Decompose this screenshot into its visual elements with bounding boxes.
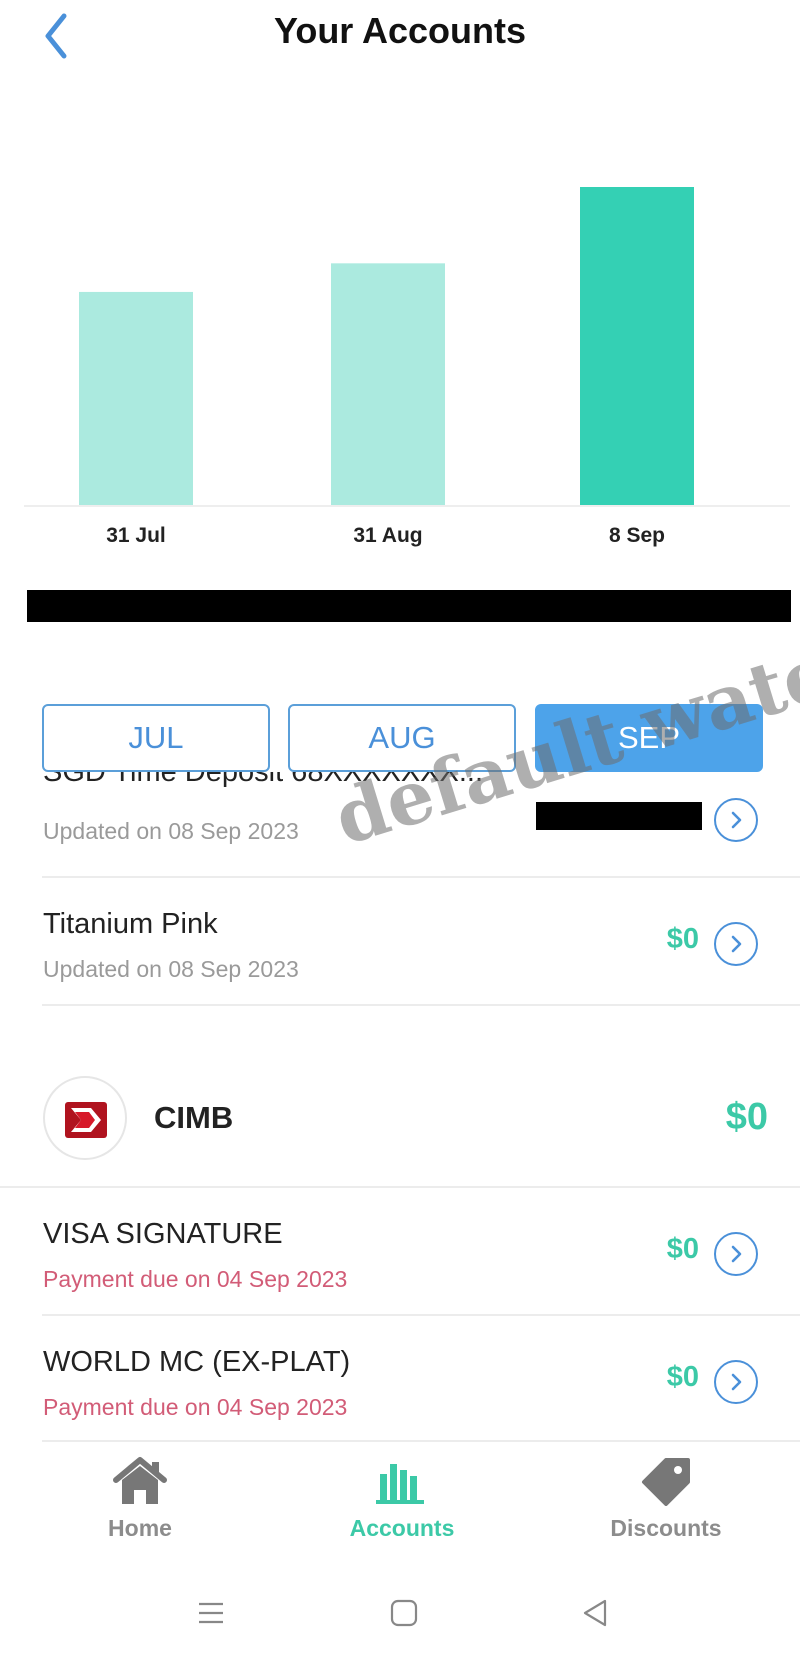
account-name: VISA SIGNATURE <box>43 1218 283 1250</box>
system-menu-button[interactable] <box>196 1598 226 1633</box>
system-home-button[interactable] <box>389 1598 419 1633</box>
chart-tick-label: 8 Sep <box>609 524 665 547</box>
chart-tick-label: 31 Jul <box>106 524 166 547</box>
nav-home-label: Home <box>108 1515 172 1541</box>
back-triangle-icon <box>583 1599 607 1627</box>
chevron-right-icon <box>731 811 742 829</box>
chart-tick-label: 31 Aug <box>353 524 422 547</box>
bank-total: $0 <box>725 1096 768 1138</box>
payment-due: Payment due on 04 Sep 2023 <box>43 1394 348 1420</box>
cimb-logo-icon <box>65 1102 107 1138</box>
chevron-right-icon <box>731 1373 742 1391</box>
nav-discounts-label: Discounts <box>610 1515 722 1541</box>
list-item[interactable]: Titanium Pink Updated on 08 Sep 2023 $0 <box>0 878 800 1002</box>
list-item[interactable]: VISA SIGNATURE Payment due on 04 Sep 202… <box>0 1188 800 1314</box>
open-account-button[interactable] <box>714 1360 758 1404</box>
redacted-bar <box>27 590 791 622</box>
account-name: Titanium Pink <box>43 908 218 940</box>
menu-icon <box>199 1602 223 1624</box>
open-account-button[interactable] <box>714 922 758 966</box>
system-back-button[interactable] <box>580 1598 610 1633</box>
chart-bar[interactable] <box>79 291 193 505</box>
nav-home[interactable]: Home <box>40 1456 240 1542</box>
open-account-button[interactable] <box>714 1232 758 1276</box>
tab-jul[interactable]: JUL <box>42 704 270 772</box>
nav-accounts-label: Accounts <box>349 1515 455 1541</box>
open-account-button[interactable] <box>714 798 758 842</box>
bank-header[interactable]: CIMB $0 <box>0 1070 800 1174</box>
chevron-right-icon <box>731 1245 742 1263</box>
account-updated: Updated on 08 Sep 2023 <box>43 956 299 982</box>
cimb-logo <box>43 1076 127 1160</box>
account-name: WORLD MC (EX-PLAT) <box>43 1346 351 1378</box>
chart-bar[interactable] <box>331 263 445 505</box>
chevron-right-icon <box>731 935 742 953</box>
nav-accounts[interactable]: Accounts <box>302 1456 502 1542</box>
page-title: Your Accounts <box>273 10 527 51</box>
account-value: $0 <box>666 1233 699 1265</box>
home-square-icon <box>390 1599 418 1627</box>
divider <box>42 1004 800 1006</box>
redacted-value <box>536 802 702 830</box>
list-item[interactable]: WORLD MC (EX-PLAT) Payment due on 04 Sep… <box>0 1316 800 1442</box>
account-updated: Updated on 08 Sep 2023 <box>43 818 299 844</box>
account-value: $0 <box>666 1361 699 1393</box>
balance-bar-chart: 31 Jul 31 Aug 8 Sep <box>24 187 790 547</box>
account-value: $0 <box>666 923 699 955</box>
bank-name: CIMB <box>154 1100 234 1135</box>
nav-discounts[interactable]: Discounts <box>566 1456 766 1542</box>
tag-icon <box>642 1458 690 1506</box>
divider <box>42 1440 800 1442</box>
chart-bar[interactable] <box>580 187 694 505</box>
payment-due: Payment due on 04 Sep 2023 <box>43 1266 348 1292</box>
home-icon <box>113 1457 167 1504</box>
bar-chart-icon <box>376 1464 424 1504</box>
